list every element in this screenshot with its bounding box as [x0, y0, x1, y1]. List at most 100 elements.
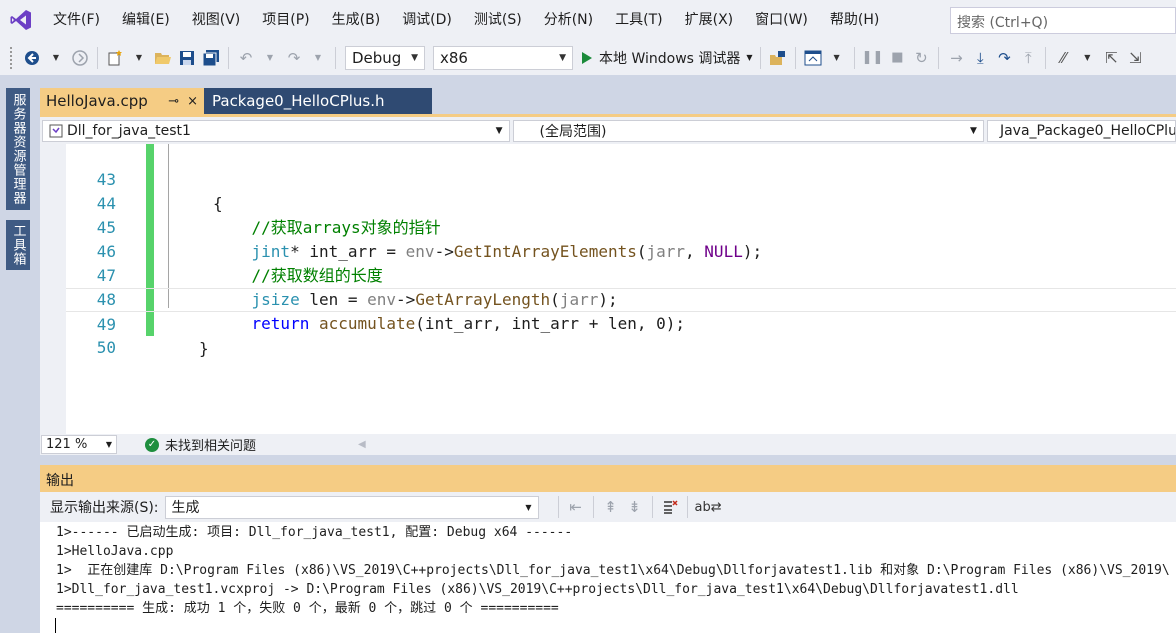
undo-dropdown-icon[interactable]: ▼: [260, 45, 280, 71]
previous-message-icon[interactable]: ⇞: [601, 494, 621, 520]
output-source-value: 生成: [171, 500, 200, 516]
attach-process-icon[interactable]: [768, 45, 788, 71]
tab-package0-hellocplus-h[interactable]: Package0_HelloCPlus.h: [204, 88, 432, 114]
pause-icon[interactable]: ❚❚: [862, 45, 884, 71]
zoom-select[interactable]: 121 % ▼: [41, 435, 117, 454]
platform-value: x86: [440, 48, 468, 67]
configuration-value: Debug: [352, 48, 402, 67]
chevron-down-icon: ▼: [559, 52, 566, 63]
back-dropdown-icon[interactable]: ▼: [46, 45, 66, 71]
forward-icon[interactable]: [70, 45, 90, 71]
code-text: }: [199, 339, 209, 358]
server-explorer-tab[interactable]: 服务器资源管理器: [6, 88, 30, 210]
menu-help[interactable]: 帮助(H): [819, 0, 890, 40]
member-select[interactable]: Java_Package0_HelloCPlus: [986, 119, 1176, 142]
document-tabs: HelloJava.cpp ⊸ × Package0_HelloCPlus.h: [40, 88, 1176, 114]
output-source-select[interactable]: 生成 ▼: [164, 495, 539, 519]
navigation-bar: Dll_for_java_test1 ▼ (全局范围) ▼ Java_Packa…: [40, 117, 1176, 144]
restart-icon[interactable]: ↻: [911, 45, 931, 71]
comment-out-icon[interactable]: ⇱: [1101, 45, 1121, 71]
project-select[interactable]: Dll_for_java_test1 ▼: [42, 119, 510, 142]
uncomment-icon[interactable]: ⇲: [1125, 45, 1145, 71]
new-item-icon[interactable]: [105, 45, 125, 71]
save-icon[interactable]: [177, 45, 197, 71]
check-icon: ✓: [145, 437, 159, 452]
tab-hellojava-cpp[interactable]: HelloJava.cpp ⊸ ×: [40, 88, 204, 114]
project-value: Dll_for_java_test1: [67, 122, 191, 139]
solution-platform-select[interactable]: x86 ▼: [433, 45, 573, 70]
debugger-label: 本地 Windows 调试器: [599, 50, 741, 67]
menu-window[interactable]: 窗口(W): [744, 0, 819, 40]
step-into-icon[interactable]: ⤓: [970, 45, 990, 71]
save-all-icon[interactable]: [201, 45, 221, 71]
toolbar-separator: [938, 46, 940, 69]
toolbar-overflow-icon[interactable]: ▼: [827, 45, 847, 71]
output-line: 1>------ 已启动生成: 项目: Dll_for_java_test1, …: [56, 525, 573, 540]
toolbar-separator: [794, 46, 796, 69]
menu-tools[interactable]: 工具(T): [604, 0, 673, 40]
breakpoint-margin[interactable]: [40, 144, 66, 434]
scroll-left-icon[interactable]: ◀: [358, 439, 366, 450]
menu-project[interactable]: 项目(P): [251, 0, 320, 40]
browser-link-icon[interactable]: [803, 45, 823, 71]
menu-view[interactable]: 视图(V): [181, 0, 252, 40]
hex-display-icon[interactable]: ⁄⁄: [1053, 45, 1073, 71]
pin-icon[interactable]: ⊸: [168, 94, 179, 109]
output-text-area[interactable]: 1>------ 已启动生成: 项目: Dll_for_java_test1, …: [40, 522, 1176, 633]
code-line[interactable]: 44 //获取arrays对象的指针: [66, 168, 1176, 237]
menu-build[interactable]: 生成(B): [321, 0, 392, 40]
code-line[interactable]: 50: [66, 312, 1176, 357]
new-dropdown-icon[interactable]: ▼: [129, 45, 149, 71]
step-out-icon[interactable]: ⤒: [1018, 45, 1038, 71]
toolbar-separator: [759, 46, 761, 69]
toolbar-separator: [1045, 46, 1047, 69]
toolbar-separator: [97, 46, 98, 69]
back-icon[interactable]: [22, 45, 42, 71]
output-toolbar: 显示输出来源(S): 生成 ▼ ⇤ ⇞ ⇟ ab⇄: [40, 492, 1176, 522]
line-number: 50: [96, 338, 116, 357]
menu-test[interactable]: 测试(S): [463, 0, 533, 40]
toolbar-grip[interactable]: [10, 46, 14, 69]
close-icon[interactable]: ×: [187, 94, 198, 109]
output-line: 1>HelloJava.cpp: [56, 544, 174, 559]
chevron-down-icon: ▼: [970, 125, 977, 136]
stop-icon[interactable]: ■: [887, 45, 907, 71]
search-input[interactable]: 搜索 (Ctrl+Q): [950, 7, 1176, 34]
output-source-label: 显示输出来源(S):: [50, 500, 159, 516]
menu-edit[interactable]: 编辑(E): [111, 0, 181, 40]
code-editor[interactable]: 43 { 44 //获取arrays对象的指针 45 jint* int_arr…: [40, 144, 1176, 434]
chevron-down-icon: ▼: [411, 52, 418, 63]
open-folder-icon[interactable]: [153, 45, 173, 71]
visual-studio-logo-icon[interactable]: [0, 0, 42, 40]
zoom-value: 121 %: [46, 437, 88, 452]
menu-debug[interactable]: 调试(D): [391, 0, 463, 40]
menu-analyze[interactable]: 分析(N): [533, 0, 604, 40]
code-line[interactable]: 47 jsize len = env->GetArrayLength(jarr)…: [66, 240, 1176, 309]
issues-indicator[interactable]: ✓ 未找到相关问题: [145, 435, 256, 454]
step-over-icon[interactable]: ↷: [994, 45, 1014, 71]
code-line[interactable]: 48 return accumulate(int_arr, int_arr + …: [66, 264, 1176, 333]
play-icon: [582, 51, 592, 64]
menu-extensions[interactable]: 扩展(X): [674, 0, 745, 40]
start-debugger-button[interactable]: 本地 Windows 调试器 ▼: [581, 45, 753, 71]
clear-all-icon[interactable]: [660, 494, 680, 520]
undo-icon[interactable]: ↶: [236, 45, 256, 71]
chevron-down-icon: ▼: [525, 502, 532, 512]
word-wrap-icon[interactable]: ab⇄: [695, 494, 722, 520]
show-next-statement-icon[interactable]: →: [946, 45, 966, 71]
menu-file[interactable]: 文件(F): [42, 0, 111, 40]
redo-icon[interactable]: ↷: [284, 45, 304, 71]
toolbar-separator: [335, 46, 336, 69]
scope-select[interactable]: (全局范围) ▼: [512, 119, 984, 142]
toolbar-overflow-icon[interactable]: ▼: [1077, 45, 1097, 71]
toolbar-separator: [557, 496, 559, 518]
code-line[interactable]: 49 }: [66, 288, 1176, 358]
solution-configuration-select[interactable]: Debug ▼: [345, 45, 425, 70]
code-line[interactable]: 46 //获取数组的长度: [66, 216, 1176, 285]
next-message-icon[interactable]: ⇟: [625, 494, 645, 520]
code-line[interactable]: 45 jint* int_arr = env->GetIntArrayEleme…: [66, 192, 1176, 261]
code-line[interactable]: 43 {: [66, 144, 1176, 213]
find-message-in-code-icon[interactable]: ⇤: [566, 494, 586, 520]
toolbox-tab[interactable]: 工具箱: [6, 220, 30, 270]
redo-dropdown-icon[interactable]: ▼: [308, 45, 328, 71]
